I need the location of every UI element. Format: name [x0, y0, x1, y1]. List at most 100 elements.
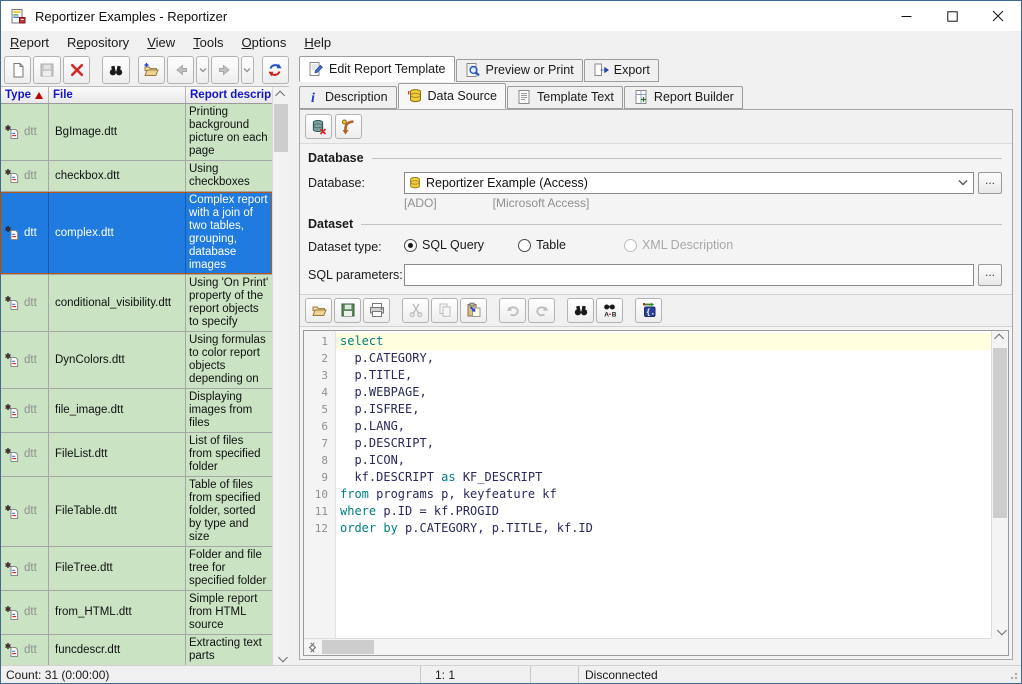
- sql-editor[interactable]: 1select2 p.CATEGORY,3 p.TITLE,4 p.WEBPAG…: [303, 330, 1009, 657]
- editor-vertical-scrollbar[interactable]: [991, 331, 1008, 639]
- table-row[interactable]: dtt file_image.dtt Displaying images fro…: [1, 389, 272, 433]
- grid-vertical-scrollbar[interactable]: [272, 87, 289, 665]
- back-button[interactable]: [167, 56, 194, 84]
- panel-splitter[interactable]: [289, 53, 297, 665]
- file-name: FileList.dtt: [49, 433, 186, 476]
- column-header-type[interactable]: Type: [1, 87, 49, 103]
- sql-parameters-browse-button[interactable]: ...: [978, 264, 1002, 286]
- table-row[interactable]: dtt BgImage.dtt Printing background pict…: [1, 104, 272, 161]
- main-tabs: Edit Report Template Preview or Print Ex…: [297, 56, 1021, 82]
- tab-data-source[interactable]: Data Source: [398, 83, 506, 109]
- radio-sql-query[interactable]: SQL Query: [404, 238, 484, 252]
- tab-export[interactable]: Export: [584, 59, 659, 82]
- database-browse-button[interactable]: ...: [978, 172, 1002, 194]
- tab-description[interactable]: i Description: [299, 86, 397, 109]
- report-builder-icon: [633, 89, 649, 105]
- info-icon: i: [308, 89, 320, 105]
- table-row[interactable]: dtt FileTree.dtt Folder and file tree fo…: [1, 547, 272, 591]
- tab-report-builder[interactable]: Report Builder: [624, 86, 743, 109]
- close-database-icon: [311, 119, 327, 135]
- grid-header: Type File Report descrip: [1, 87, 272, 104]
- radio-table[interactable]: Table: [518, 238, 566, 252]
- table-row[interactable]: dtt FileTable.dtt Table of files from sp…: [1, 477, 272, 547]
- resize-grip[interactable]: [1010, 672, 1018, 680]
- revert-database-button[interactable]: [335, 114, 362, 139]
- print-button[interactable]: [363, 298, 390, 323]
- find-text-button[interactable]: [567, 298, 594, 323]
- file-type-label: dtt: [24, 227, 37, 240]
- new-report-button[interactable]: [4, 56, 31, 84]
- menu-tools[interactable]: Tools: [184, 33, 232, 52]
- menu-options[interactable]: Options: [233, 33, 296, 52]
- delete-button[interactable]: [63, 56, 90, 84]
- scroll-right-button[interactable]: [304, 639, 320, 655]
- database-combobox[interactable]: Reportizer Example (Access): [404, 172, 974, 194]
- table-row[interactable]: dtt from_HTML.dtt Simple report from HTM…: [1, 591, 272, 635]
- replace-button[interactable]: AB: [596, 298, 623, 323]
- dataset-section: Dataset: [308, 217, 1002, 231]
- minimize-button[interactable]: [883, 1, 929, 31]
- file-name: DynColors.dtt: [49, 332, 186, 388]
- status-count: Count: 31 (0:00:00): [1, 666, 421, 683]
- open-repository-button[interactable]: [138, 56, 165, 84]
- save-button[interactable]: [33, 56, 60, 84]
- paste-icon: [466, 302, 482, 318]
- table-row[interactable]: dtt FileList.dtt List of files from spec…: [1, 433, 272, 477]
- table-row[interactable]: dtt complex.dtt Complex report with a jo…: [1, 192, 272, 275]
- tab-template-text[interactable]: Template Text: [507, 86, 623, 109]
- report-file-icon: [4, 225, 20, 241]
- tab-edit-report-template[interactable]: Edit Report Template: [299, 56, 455, 82]
- dataset-type-radiogroup: SQL QueryTableXML Description: [404, 238, 767, 257]
- table-row[interactable]: dtt DynColors.dtt Using formulas to colo…: [1, 332, 272, 389]
- open-file-button[interactable]: [305, 298, 332, 323]
- maximize-button[interactable]: [929, 1, 975, 31]
- tab-preview-or-print[interactable]: Preview or Print: [456, 59, 583, 82]
- app-icon: [10, 8, 27, 25]
- report-file-icon: [4, 447, 20, 463]
- close-database-button[interactable]: [305, 114, 332, 139]
- back-dropdown-button[interactable]: [196, 56, 209, 84]
- find-icon: [108, 62, 124, 78]
- redo-button[interactable]: [528, 298, 555, 323]
- database-label: Database:: [308, 176, 404, 190]
- undo-button[interactable]: [499, 298, 526, 323]
- sql-parameters-input[interactable]: [404, 264, 974, 286]
- scroll-down-button[interactable]: [273, 649, 289, 665]
- insert-expression-button[interactable]: {..}: [635, 298, 662, 323]
- sql-code[interactable]: 1select2 p.CATEGORY,3 p.TITLE,4 p.WEBPAG…: [304, 333, 991, 639]
- report-file-icon: [4, 168, 20, 184]
- refresh-button[interactable]: [262, 56, 289, 84]
- menu-report[interactable]: Report: [1, 33, 58, 52]
- menu-help[interactable]: Help: [295, 33, 340, 52]
- table-row[interactable]: dtt checkbox.dtt Using checkboxes: [1, 161, 272, 192]
- table-row[interactable]: dtt funcdescr.dtt Extracting text parts: [1, 635, 272, 665]
- forward-button[interactable]: [211, 56, 238, 84]
- copy-button[interactable]: [431, 298, 458, 323]
- forward-dropdown-button[interactable]: [241, 56, 254, 84]
- scroll-thumb[interactable]: [993, 348, 1007, 518]
- menu-view[interactable]: View: [138, 33, 184, 52]
- database-icon: [407, 88, 423, 104]
- paste-button[interactable]: [460, 298, 487, 323]
- report-file-icon: [4, 403, 20, 419]
- column-header-file[interactable]: File: [49, 87, 186, 103]
- back-icon: [173, 62, 189, 78]
- report-description: Using formulas to color report objects d…: [186, 332, 272, 388]
- cut-button[interactable]: [402, 298, 429, 323]
- status-connection: Disconnected: [579, 666, 1021, 683]
- save-file-button[interactable]: [334, 298, 361, 323]
- find-button[interactable]: [102, 56, 129, 84]
- titlebar: Reportizer Examples - Reportizer: [1, 1, 1021, 31]
- scroll-down-button[interactable]: [992, 622, 1008, 638]
- scroll-up-button[interactable]: [273, 87, 289, 103]
- scroll-up-button[interactable]: [992, 331, 1008, 347]
- column-header-description[interactable]: Report descrip: [186, 87, 272, 103]
- scroll-thumb[interactable]: [322, 640, 374, 654]
- editor-horizontal-scrollbar[interactable]: [304, 638, 991, 655]
- close-button[interactable]: [975, 1, 1021, 31]
- file-type-label: dtt: [24, 126, 37, 139]
- table-row[interactable]: dtt conditional_visibility.dtt Using 'On…: [1, 275, 272, 332]
- file-name: FileTree.dtt: [49, 547, 186, 590]
- menu-repository[interactable]: Repository: [58, 33, 138, 52]
- scroll-thumb[interactable]: [274, 104, 288, 152]
